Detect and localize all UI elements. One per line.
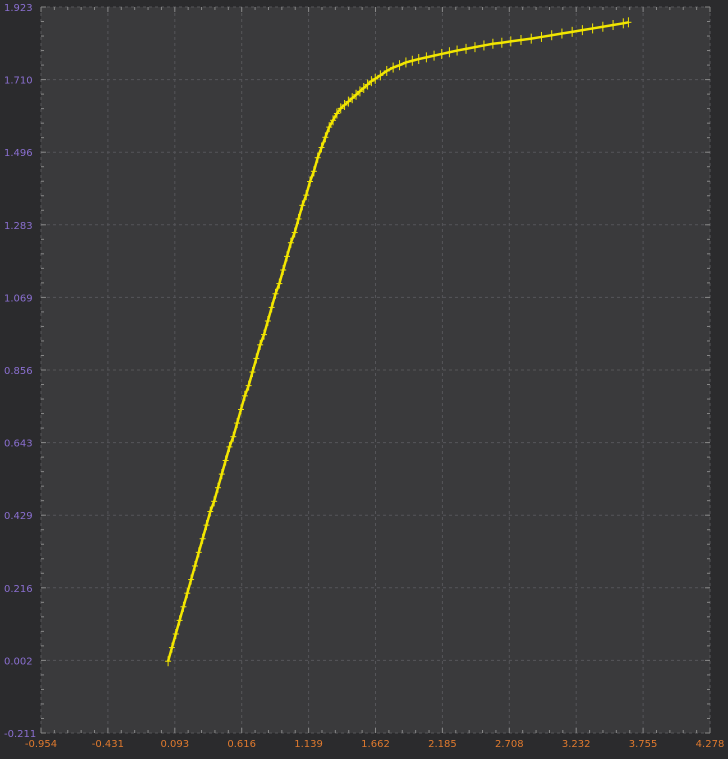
scatter-chart: -0.954 -0.431 0.093 0.616 1.139 1.662 2.185 2.7… — [0, 0, 728, 759]
y-tick-label: -0.211 — [4, 729, 36, 740]
x-tick-label: 2.185 — [428, 739, 457, 750]
y-tick-label: 1.283 — [4, 221, 33, 232]
x-tick-label: 1.139 — [294, 739, 323, 750]
y-tick-label: 1.496 — [4, 148, 33, 159]
x-tick-label: 3.232 — [562, 739, 591, 750]
y-tick-label: 0.643 — [4, 439, 33, 450]
y-tick-label: 1.923 — [4, 3, 33, 14]
y-tick-label: 1.710 — [4, 76, 33, 87]
x-tick-label: 0.093 — [160, 739, 189, 750]
x-tick-label: -0.431 — [92, 739, 124, 750]
x-tick-label: 4.278 — [696, 739, 725, 750]
y-tick-label: 1.069 — [4, 293, 33, 304]
x-tick-label: 3.755 — [629, 739, 658, 750]
x-tick-label: -0.954 — [25, 739, 57, 750]
x-tick-label: 2.708 — [495, 739, 524, 750]
y-tick-label: 0.216 — [4, 584, 33, 595]
x-tick-label: 0.616 — [227, 739, 256, 750]
y-tick-label: 0.002 — [4, 656, 33, 667]
y-tick-label: 0.856 — [4, 366, 33, 377]
chart-container: -0.954 -0.431 0.093 0.616 1.139 1.662 2.185 2.7… — [0, 0, 728, 759]
x-tick-label: 1.662 — [361, 739, 390, 750]
y-tick-label: 0.429 — [4, 511, 33, 522]
